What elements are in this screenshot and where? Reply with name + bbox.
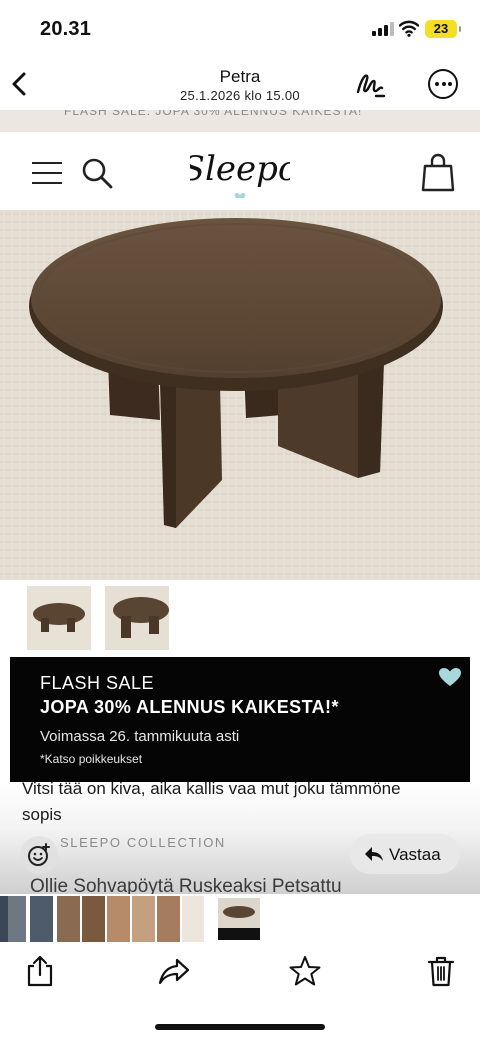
media-thumbnail-strip[interactable] — [0, 894, 480, 944]
more-icon[interactable] — [428, 69, 458, 99]
svg-text:Sleepo: Sleepo — [190, 149, 290, 189]
heart-icon[interactable] — [438, 667, 462, 687]
message-header: Petra 25.1.2026 klo 15.00 — [0, 60, 480, 110]
menu-icon[interactable] — [32, 162, 62, 184]
media-thumb[interactable] — [157, 896, 180, 942]
smiley-add-icon — [28, 843, 50, 866]
message-text: Vitsi tää on kiva, aika kallis vaa mut j… — [22, 782, 401, 824]
message-area: Vitsi tää on kiva, aika kallis vaa mut j… — [0, 782, 480, 894]
bottom-toolbar — [0, 944, 480, 1039]
forward-icon[interactable] — [157, 954, 191, 988]
media-thumb[interactable] — [107, 896, 130, 942]
media-thumb[interactable] — [8, 896, 26, 942]
reply-label: Vastaa — [389, 845, 441, 864]
status-time: 20.31 — [40, 18, 92, 40]
promo-strip-text: FLASH SALE: JOPA 30% ALENNUS KAIKESTA! — [64, 110, 363, 118]
reply-button[interactable]: Vastaa — [350, 834, 460, 874]
status-bar: 20.31 23 — [0, 0, 480, 60]
wifi-icon — [399, 20, 419, 37]
coffee-table-illustration — [0, 210, 480, 580]
search-icon[interactable] — [80, 156, 114, 190]
media-thumb[interactable] — [57, 896, 80, 942]
thumbnail-1[interactable] — [27, 586, 91, 650]
flash-sale-banner[interactable]: FLASH SALE JOPA 30% ALENNUS KAIKESTA!* V… — [10, 657, 470, 782]
flash-sale-headline: JOPA 30% ALENNUS KAIKESTA!* — [40, 697, 339, 717]
thumbnail-2[interactable] — [105, 586, 169, 650]
media-thumb[interactable] — [132, 896, 155, 942]
reply-arrow-icon — [365, 847, 383, 861]
media-thumb-selected[interactable] — [216, 896, 262, 942]
media-thumb[interactable] — [182, 896, 204, 942]
product-title: Ollie Sohvapöytä Ruskeaksi Petsattu — [30, 876, 342, 894]
star-icon[interactable] — [288, 954, 322, 988]
product-image[interactable] — [0, 210, 480, 580]
battery-indicator: 23 — [425, 20, 461, 38]
home-indicator[interactable] — [155, 1024, 325, 1030]
cart-icon[interactable] — [420, 152, 456, 192]
promo-strip: FLASH SALE: JOPA 30% ALENNUS KAIKESTA! — [0, 110, 480, 132]
cellular-signal-icon — [372, 22, 394, 36]
media-thumb[interactable] — [30, 896, 53, 942]
site-header: Sleepo — [0, 132, 480, 210]
sent-date: 25.1.2026 klo 15.00 — [180, 88, 300, 103]
sleepo-logo[interactable]: Sleepo — [190, 140, 290, 202]
media-thumb[interactable] — [82, 896, 105, 942]
emoji-reaction-button[interactable] — [20, 836, 58, 874]
share-icon[interactable] — [23, 954, 57, 988]
collection-label: SLEEPO COLLECTION — [60, 835, 226, 850]
sender-name: Petra — [219, 67, 261, 86]
flash-sale-kicker: FLASH SALE — [40, 673, 155, 693]
product-thumbnails — [0, 580, 480, 658]
flash-sale-validity: Voimassa 26. tammikuuta asti — [40, 728, 240, 745]
markup-icon[interactable] — [352, 66, 388, 102]
trash-icon[interactable] — [424, 954, 458, 988]
flash-sale-exceptions[interactable]: *Katso poikkeukset — [40, 752, 142, 766]
